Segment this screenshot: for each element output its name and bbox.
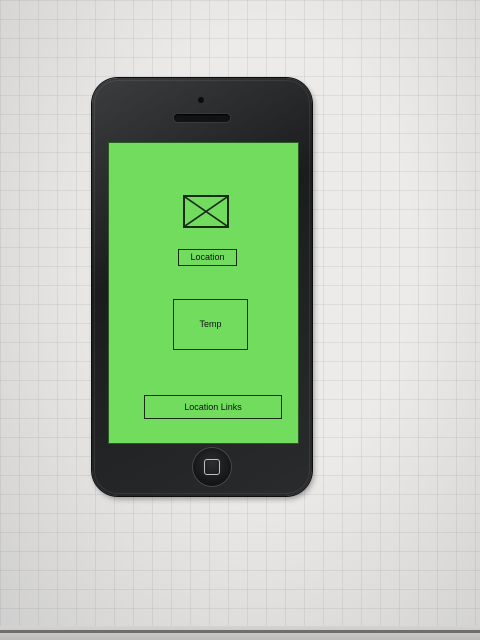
location-label: Location [178,249,237,266]
location-links-button[interactable]: Location Links [144,395,282,419]
speaker-grille [174,114,230,122]
app-screen: Location Temp Location Links [108,142,299,444]
camera-icon [198,97,204,103]
monitor-bezel-edge [0,626,480,640]
image-placeholder-icon [183,195,229,228]
home-button[interactable] [193,448,231,486]
temp-display: Temp [173,299,248,350]
phone-mockup: Location Temp Location Links [92,78,312,496]
home-square-icon [204,459,220,475]
